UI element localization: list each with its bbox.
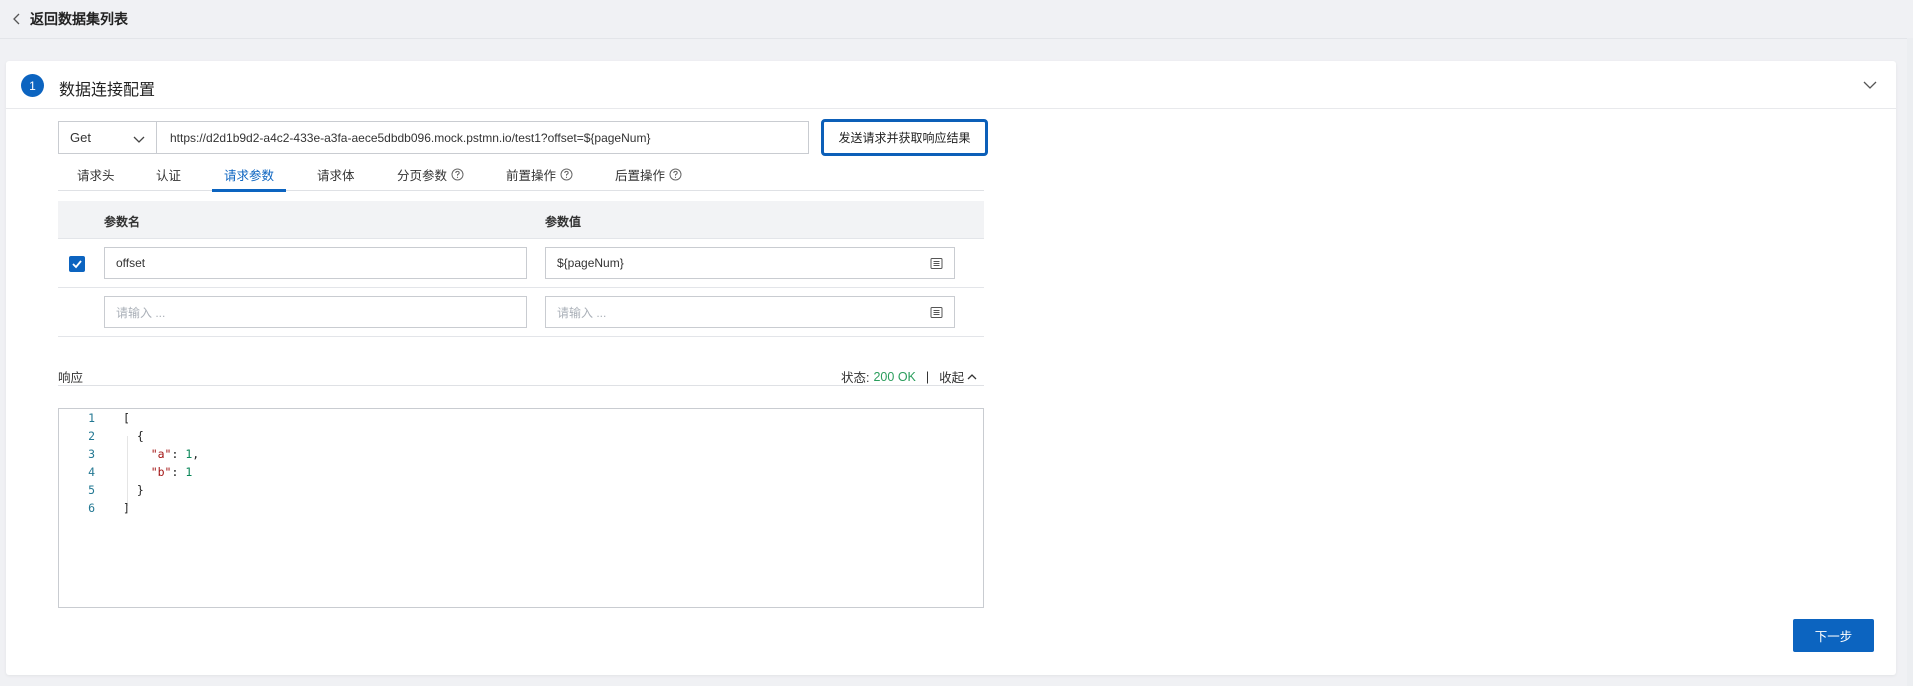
code-text: "b": 1	[150, 465, 193, 479]
chevron-up-icon	[967, 373, 977, 379]
tab-post-action[interactable]: 后置操作	[615, 157, 682, 191]
code-line: 6 ]	[59, 499, 983, 517]
code-line: 4 "b": 1	[59, 463, 983, 481]
page-scrollbar[interactable]	[1907, 38, 1913, 686]
params-table: 参数名 参数值 offset ${pageNum} 请输入 ... 请输入 ..…	[58, 201, 984, 337]
request-tabs: 请求头 认证 请求参数 请求体 分页参数 前置操作 后置操作	[58, 157, 984, 192]
chevron-up-icon[interactable]	[1862, 77, 1878, 93]
tab-params[interactable]: 请求参数	[211, 157, 287, 192]
step-number-badge: 1	[21, 74, 44, 97]
param-value-input[interactable]: 请输入 ...	[545, 296, 955, 328]
column-header-name: 参数名	[104, 215, 141, 229]
table-row: offset ${pageNum}	[58, 239, 984, 288]
tab-auth[interactable]: 认证	[156, 157, 181, 191]
response-divider	[58, 385, 984, 386]
code-text: [	[123, 411, 130, 425]
params-table-header: 参数名 参数值	[58, 201, 984, 239]
line-number: 4	[88, 465, 95, 479]
help-icon[interactable]	[451, 168, 464, 181]
status-separator: |	[925, 369, 930, 384]
response-code-editor[interactable]: 1 [ 2 { 3 "a": 1, 4 "b": 1 5 } 6 ]	[58, 408, 984, 608]
line-number: 1	[88, 411, 95, 425]
step-header[interactable]: 1 数据连接配置	[6, 61, 1896, 109]
code-text: {	[123, 429, 144, 443]
line-number: 5	[88, 483, 95, 497]
response-label: 响应	[58, 371, 84, 385]
top-bar: 返回数据集列表	[0, 0, 1913, 39]
step-title: 数据连接配置	[59, 82, 156, 99]
code-line: 1 [	[59, 409, 983, 427]
column-header-value: 参数值	[545, 215, 582, 229]
response-status: 状态: 200 OK | 收起	[841, 367, 978, 386]
param-name-input[interactable]: offset	[104, 247, 527, 279]
param-value-input[interactable]: ${pageNum}	[545, 247, 955, 279]
chevron-down-icon	[132, 132, 146, 146]
tab-headers[interactable]: 请求头	[77, 157, 115, 191]
collapse-response-button[interactable]: 收起	[939, 367, 978, 386]
tab-body[interactable]: 请求体	[317, 157, 355, 191]
tab-pagination[interactable]: 分页参数	[397, 157, 464, 191]
help-icon[interactable]	[669, 168, 682, 181]
code-line: 2 {	[59, 427, 983, 445]
line-number: 3	[88, 447, 95, 461]
tab-pre-action[interactable]: 前置操作	[506, 157, 573, 191]
param-name-input[interactable]: 请输入 ...	[104, 296, 527, 328]
variable-picker-icon[interactable]	[930, 257, 943, 270]
row-enabled-checkbox[interactable]	[69, 256, 85, 272]
line-number: 6	[88, 501, 95, 515]
line-number: 2	[88, 429, 95, 443]
connection-config-card: 1 数据连接配置 Get https://d2d1b9d2-a4c2-433e-…	[6, 61, 1896, 675]
next-step-button[interactable]: 下一步	[1793, 619, 1874, 652]
back-to-dataset-list-link[interactable]: 返回数据集列表	[30, 9, 128, 29]
variable-picker-icon[interactable]	[930, 306, 943, 319]
table-row: 请输入 ... 请输入 ...	[58, 288, 984, 337]
help-icon[interactable]	[560, 168, 573, 181]
url-input[interactable]: https://d2d1b9d2-a4c2-433e-a3fa-aece5dbd…	[156, 121, 809, 154]
code-text: "a": 1,	[150, 447, 200, 461]
code-text: ]	[123, 501, 130, 515]
code-line: 5 }	[59, 481, 983, 499]
status-label: 状态:	[841, 371, 870, 385]
send-request-button[interactable]: 发送请求并获取响应结果	[821, 119, 988, 156]
chevron-left-icon[interactable]	[10, 12, 24, 26]
method-select[interactable]: Get	[58, 121, 156, 154]
status-value: 200 OK	[873, 369, 916, 384]
code-line: 3 "a": 1,	[59, 445, 983, 463]
code-text: }	[123, 483, 144, 497]
method-value: Get	[70, 130, 91, 145]
